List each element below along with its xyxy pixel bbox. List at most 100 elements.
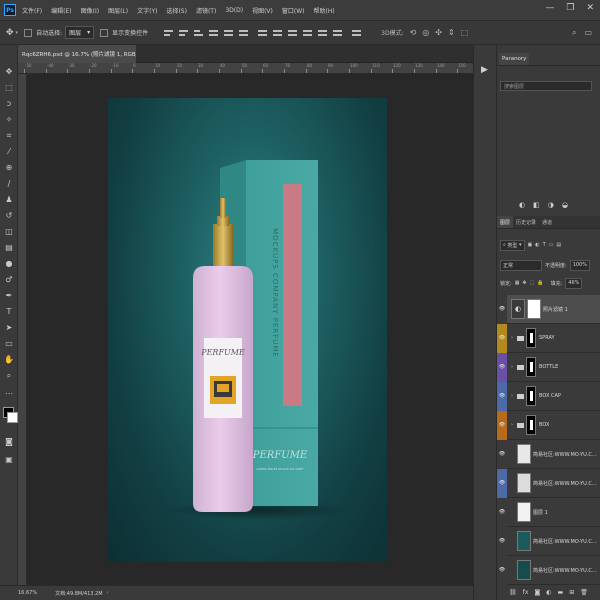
- background-color-swatch[interactable]: [7, 412, 18, 423]
- layer-row[interactable]: 👁 简易社区:WWW.MO-YU.C...: [497, 555, 600, 585]
- layer-thumbnail[interactable]: [517, 473, 531, 493]
- quick-mask-icon[interactable]: ◙: [4, 437, 14, 447]
- distribute-top-icon[interactable]: [258, 28, 268, 37]
- 3d-slide-icon[interactable]: ⇕: [448, 28, 455, 37]
- layer-row[interactable]: 👁 › BOX CAP: [497, 381, 600, 411]
- lock-artboard-icon[interactable]: ⬚: [530, 280, 535, 286]
- menu-type[interactable]: 文字(Y): [137, 6, 157, 15]
- visibility-eye-icon[interactable]: 👁: [497, 439, 507, 469]
- layer-mask-thumbnail[interactable]: [526, 415, 536, 435]
- lock-all-icon[interactable]: 🔒: [537, 280, 543, 286]
- properties-tab[interactable]: Paranory: [499, 53, 530, 65]
- screen-mode-icon[interactable]: ▣: [4, 455, 14, 465]
- move-tool-icon[interactable]: ✥: [6, 28, 14, 38]
- visibility-eye-icon[interactable]: 👁: [497, 352, 507, 382]
- glyph-icon-3[interactable]: ◑: [548, 201, 554, 209]
- lasso-tool-icon[interactable]: ↄ: [4, 99, 14, 109]
- filter-shape-icon[interactable]: ▭: [549, 242, 554, 248]
- visibility-eye-icon[interactable]: 👁: [497, 497, 507, 527]
- more-tools-icon[interactable]: ⋯: [4, 389, 14, 399]
- fill-input[interactable]: 46%: [565, 277, 583, 289]
- move-tool-icon[interactable]: ✥: [4, 67, 14, 77]
- layer-mask-thumbnail[interactable]: [527, 299, 541, 319]
- show-transform-checkbox[interactable]: [100, 28, 109, 37]
- eyedropper-icon[interactable]: ⁄: [4, 147, 14, 157]
- tab-channels[interactable]: 通道: [539, 216, 555, 228]
- stamp-tool-icon[interactable]: ♟: [4, 195, 14, 205]
- eraser-tool-icon[interactable]: ◫: [4, 227, 14, 237]
- layer-row[interactable]: 👁 ◐ 照片滤镜 1: [497, 294, 600, 324]
- menu-help[interactable]: 帮助(H): [314, 6, 335, 15]
- play-icon[interactable]: ▶: [481, 65, 488, 75]
- menu-image[interactable]: 图像(I): [81, 6, 99, 15]
- align-left-icon[interactable]: [209, 28, 219, 37]
- adjustment-layer-icon[interactable]: ◐: [546, 589, 551, 596]
- layer-mask-thumbnail[interactable]: [526, 357, 536, 377]
- visibility-eye-icon[interactable]: 👁: [497, 468, 507, 498]
- glyph-icon-1[interactable]: ◐: [519, 201, 525, 209]
- align-hcenter-icon[interactable]: [224, 28, 234, 37]
- search-input[interactable]: 搜索图层: [500, 81, 592, 91]
- filter-type-icon[interactable]: T: [543, 242, 546, 248]
- delete-layer-icon[interactable]: 🗑: [580, 589, 588, 596]
- layer-thumbnail[interactable]: [517, 444, 531, 464]
- crop-tool-icon[interactable]: ⌗: [4, 131, 14, 141]
- search-icon[interactable]: ⌕: [572, 28, 576, 38]
- auto-select-checkbox[interactable]: [24, 28, 33, 37]
- layer-row[interactable]: 👁 › SPRAY: [497, 323, 600, 353]
- distribute-vcenter-icon[interactable]: [273, 28, 283, 37]
- pen-tool-icon[interactable]: ✒: [4, 291, 14, 301]
- 3d-scale-icon[interactable]: ⬚: [461, 28, 469, 37]
- chevron-down-icon[interactable]: ▾: [16, 30, 19, 36]
- layer-row[interactable]: 👁 简易社区:WWW.MO-YU.C...: [497, 468, 600, 498]
- layer-kind-dropdown[interactable]: ⌕ 类型 ▾: [500, 239, 525, 251]
- filter-adjust-icon[interactable]: ◐: [535, 242, 539, 248]
- distribute-hcenter-icon[interactable]: [318, 28, 328, 37]
- lock-position-icon[interactable]: ✥: [522, 280, 526, 286]
- distribute-bottom-icon[interactable]: [288, 28, 298, 37]
- auto-align-icon[interactable]: [352, 28, 362, 37]
- brush-tool-icon[interactable]: ∕: [4, 179, 14, 189]
- blur-tool-icon[interactable]: ●: [4, 259, 14, 269]
- menu-window[interactable]: 窗口(W): [282, 6, 305, 15]
- layer-mask-thumbnail[interactable]: [526, 328, 536, 348]
- layer-row[interactable]: 👁 图层 1: [497, 497, 600, 527]
- layer-row[interactable]: 👁 › BOX: [497, 410, 600, 440]
- document-canvas[interactable]: MOCKUPS COMPANY PERFUME PERFUME LOREM IP…: [108, 98, 387, 562]
- 3d-pan-icon[interactable]: ✣: [435, 28, 442, 37]
- layer-thumbnail[interactable]: [517, 560, 531, 580]
- menu-edit[interactable]: 编辑(E): [51, 6, 71, 15]
- visibility-eye-icon[interactable]: 👁: [497, 526, 507, 556]
- layer-thumbnail[interactable]: [517, 531, 531, 551]
- link-layers-icon[interactable]: ⛓: [509, 589, 517, 596]
- document-tab[interactable]: Rqc6ZRH6.psd @ 16.7% (照片滤镜 1, RGB/8) * ×: [18, 45, 136, 63]
- filter-smart-icon[interactable]: ▤: [556, 242, 561, 248]
- layer-mask-thumbnail[interactable]: [526, 386, 536, 406]
- menu-layer[interactable]: 图层(L): [108, 6, 128, 15]
- align-right-icon[interactable]: [239, 28, 249, 37]
- visibility-eye-icon[interactable]: 👁: [497, 555, 507, 585]
- 3d-orbit-icon[interactable]: ⟲: [410, 28, 417, 37]
- lock-pixels-icon[interactable]: ▦: [515, 280, 520, 286]
- add-mask-icon[interactable]: ◙: [534, 589, 540, 596]
- layer-thumbnail[interactable]: [517, 502, 531, 522]
- layer-row[interactable]: 👁 › BOTTLE: [497, 352, 600, 382]
- distribute-right-icon[interactable]: [333, 28, 343, 37]
- visibility-eye-icon[interactable]: 👁: [497, 294, 507, 324]
- path-selection-icon[interactable]: ➤: [4, 323, 14, 333]
- rectangle-tool-icon[interactable]: ▭: [4, 339, 14, 349]
- menu-file[interactable]: 文件(F): [22, 6, 42, 15]
- distribute-left-icon[interactable]: [303, 28, 313, 37]
- zoom-tool-icon[interactable]: ⌕: [4, 371, 14, 381]
- glyph-icon-4[interactable]: ◒: [562, 201, 568, 209]
- opacity-input[interactable]: 100%: [569, 259, 590, 271]
- magic-wand-icon[interactable]: ✧: [4, 115, 14, 125]
- type-tool-icon[interactable]: T: [4, 307, 14, 317]
- history-brush-icon[interactable]: ↺: [4, 211, 14, 221]
- restore-button[interactable]: ❐: [566, 3, 574, 13]
- align-top-icon[interactable]: [164, 28, 174, 37]
- menu-filter[interactable]: 滤镜(T): [196, 6, 216, 15]
- zoom-level[interactable]: 16.67%: [18, 590, 37, 596]
- visibility-eye-icon[interactable]: 👁: [497, 323, 507, 353]
- marquee-tool-icon[interactable]: ⬚: [4, 83, 14, 93]
